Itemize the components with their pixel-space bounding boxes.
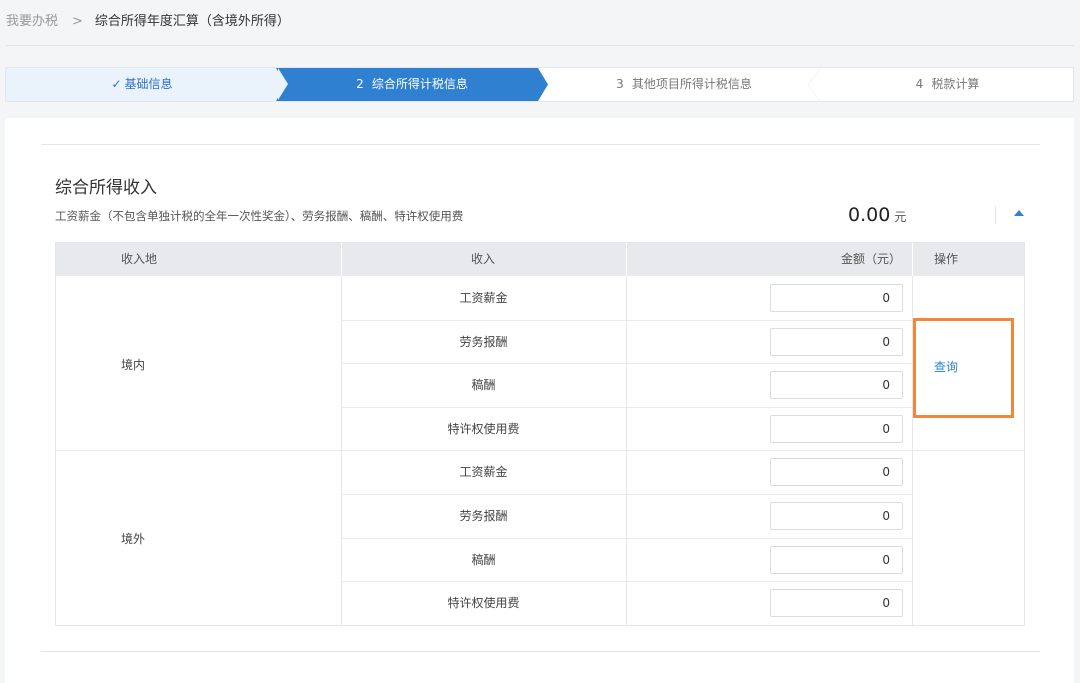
collapse-arrow-icon[interactable]: [1014, 210, 1024, 216]
region-domestic: 境内: [121, 358, 146, 372]
divider: [626, 243, 627, 276]
income-item-label: 稿酬: [471, 378, 496, 392]
progress-stepper: ✓ 基础信息 2 综合所得计税信息 3 其他项目所得计税信息 4 税款计算: [5, 67, 1074, 102]
highlight-box: [913, 318, 1014, 418]
step-number: 4: [915, 77, 924, 91]
section-title: 综合所得收入: [55, 178, 157, 198]
column-header-amount: 金额（元）: [841, 252, 902, 266]
step-label: 税款计算: [931, 77, 980, 91]
breadcrumb-separator-icon: >: [72, 14, 83, 29]
divider: [912, 243, 913, 276]
check-icon: ✓: [111, 77, 122, 91]
divider: [995, 206, 996, 224]
column-header-source: 收入地: [121, 252, 158, 266]
amount-input[interactable]: 0: [770, 328, 903, 356]
income-item-label: 稿酬: [471, 553, 496, 567]
step-tax-calculation[interactable]: 4 税款计算: [820, 68, 1075, 101]
column-header-operation: 操作: [934, 252, 959, 266]
amount-input[interactable]: 0: [770, 589, 903, 617]
breadcrumb-current: 综合所得年度汇算（含境外所得）: [94, 14, 290, 29]
total-amount: 0.00 元: [848, 204, 906, 226]
breadcrumb-root[interactable]: 我要办税: [6, 12, 58, 32]
divider: [41, 144, 1040, 145]
total-amount-value: 0.00: [848, 204, 891, 226]
income-item-label: 特许权使用费: [447, 596, 520, 610]
amount-input[interactable]: 0: [770, 284, 903, 312]
income-table: 收入地 收入 金额（元） 操作 境内 工资薪金 劳务报酬 稿酬 特许权使用费 0…: [55, 242, 1025, 626]
total-amount-unit: 元: [894, 210, 907, 224]
amount-input[interactable]: 0: [770, 502, 903, 530]
step-label: 综合所得计税信息: [371, 77, 468, 91]
income-item-label: 特许权使用费: [447, 422, 520, 436]
step-number: 3: [616, 77, 624, 91]
main-panel: 综合所得收入 工资薪金（不包含单独计税的全年一次性奖金）、劳务报酬、稿酬、特许权…: [5, 118, 1074, 683]
header-divider: [6, 45, 1074, 46]
step-label: 其他项目所得计税信息: [631, 77, 752, 91]
income-item-label: 工资薪金: [459, 465, 508, 479]
income-item-label: 劳务报酬: [459, 335, 508, 349]
step-basic-info[interactable]: ✓ 基础信息: [6, 68, 288, 101]
breadcrumb: 我要办税 > 综合所得年度汇算（含境外所得）: [6, 12, 290, 32]
step-other-income[interactable]: 3 其他项目所得计税信息: [548, 68, 820, 101]
amount-input[interactable]: 0: [770, 546, 903, 574]
column-header-income: 收入: [471, 252, 496, 266]
divider: [41, 651, 1040, 652]
income-item-label: 劳务报酬: [459, 509, 508, 523]
amount-input[interactable]: 0: [770, 371, 903, 399]
divider: [341, 243, 342, 276]
income-item-label: 工资薪金: [459, 291, 508, 305]
step-label: 基础信息: [124, 77, 173, 91]
step-number: 2: [356, 77, 364, 91]
section-description: 工资薪金（不包含单独计税的全年一次性奖金）、劳务报酬、稿酬、特许权使用费: [55, 209, 464, 223]
step-comprehensive-income[interactable]: 2 综合所得计税信息: [276, 68, 548, 101]
region-overseas: 境外: [121, 532, 146, 546]
amount-input[interactable]: 0: [770, 415, 903, 443]
amount-input[interactable]: 0: [770, 458, 903, 486]
table-header: 收入地 收入 金额（元） 操作: [56, 243, 1024, 276]
